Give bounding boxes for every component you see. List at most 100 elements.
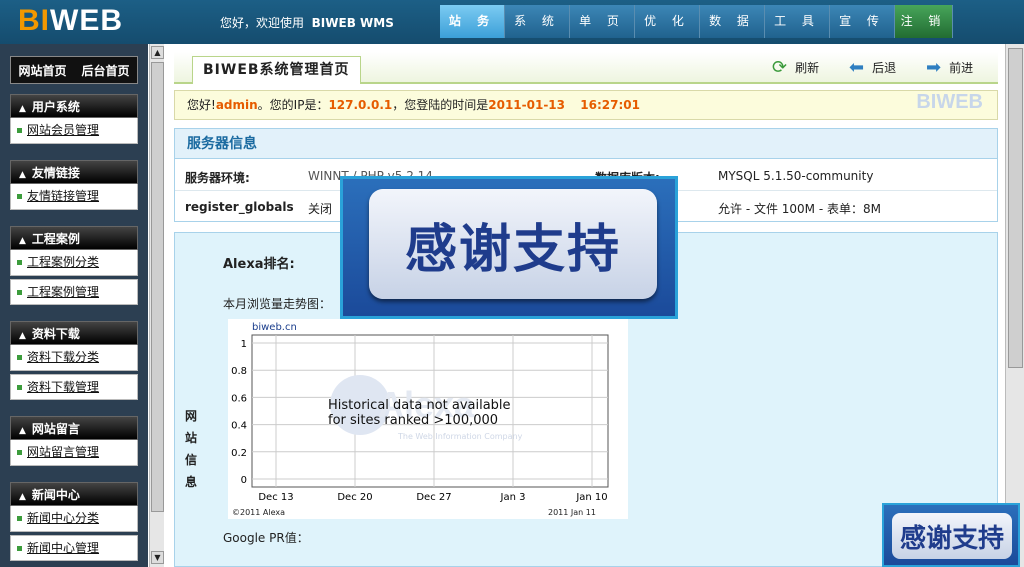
sidebar-item-messages-manage[interactable]: 网站留言管理 (10, 440, 138, 466)
refresh-button[interactable]: ⟳ 刷新 (772, 57, 819, 79)
bullet-icon (17, 450, 22, 455)
chart-footer-left: ©2011 Alexa (232, 508, 285, 517)
nav-tab-optimize[interactable]: 优 化 (635, 5, 700, 38)
triangle-up-icon: ▲ (19, 426, 26, 436)
nav-tab-tools[interactable]: 工 具 (765, 5, 830, 38)
chart-y-tick: 0.6 (231, 393, 247, 404)
chart-y-axis: 1 0.8 0.6 0.4 0.2 0 (231, 339, 247, 486)
chart-watermark-sub: The Web Information Company (397, 432, 523, 441)
page-scrollbar-thumb[interactable] (1008, 48, 1023, 368)
login-info-bar: 您好!admin。您的IP是：127.0.0.1，您登陆的时间是2011-01-… (174, 90, 998, 120)
bullet-icon (17, 290, 22, 295)
thanks-badge[interactable]: 感谢支持 (882, 503, 1020, 567)
thanks-overlay-text: 感谢支持 (369, 189, 657, 299)
chart-x-tick: Jan 3 (500, 492, 526, 503)
chart-y-tick: 0.8 (231, 366, 247, 377)
home-links: 网站首页 后台首页 (10, 56, 138, 84)
alexa-traffic-chart: biweb.cn 10.80.60.40.20 Dec 13 Dec 20 Dec … (228, 319, 628, 519)
sidebar-item-cases-category[interactable]: 工程案例分类 (10, 250, 138, 276)
chart-x-tick: Jan 10 (575, 492, 607, 503)
nav-tab-data[interactable]: 数 据 (700, 5, 765, 38)
menu-head-user-system[interactable]: ▲ 用户系统 (10, 94, 138, 118)
bullet-icon (17, 516, 22, 521)
triangle-up-icon: ▲ (19, 236, 26, 246)
back-button[interactable]: ⬅ 后退 (849, 57, 896, 79)
traffic-trend-label: 本月浏览量走势图： (223, 297, 332, 311)
bullet-icon (17, 546, 22, 551)
arrow-left-icon: ⬅ (849, 57, 865, 78)
triangle-up-icon: ▲ (19, 170, 26, 180)
sidebar: 网站首页 后台首页 ▲ 用户系统 网站会员管理 ▲ 友情链接 友情链接管理 ▲ 工程案… (0, 44, 148, 567)
sidebar-item-cases-manage[interactable]: 工程案例管理 (10, 279, 138, 305)
chart-message-2: for sites ranked >100,000 (328, 413, 498, 428)
menu-user-system: ▲ 用户系统 网站会员管理 (10, 94, 138, 144)
chart-y-tick: 0.2 (231, 448, 247, 459)
google-pr-label: Google PR值： (223, 531, 309, 545)
bullet-icon (17, 128, 22, 133)
chart-y-tick: 1 (241, 339, 247, 350)
site-home-link[interactable]: 网站首页 (18, 62, 66, 79)
login-time: 16:27:01 (580, 98, 640, 112)
globals-value: 关闭 (308, 202, 333, 216)
db-value: MYSQL 5.1.50-community (718, 169, 874, 183)
admin-home-link[interactable]: 后台首页 (81, 62, 129, 79)
menu-news: ▲ 新闻中心 新闻中心分类 新闻中心管理 (10, 482, 138, 561)
welcome-text: 您好，欢迎使用 BIWEB WMS (220, 16, 394, 30)
ip-address: 127.0.0.1 (328, 98, 393, 112)
sidebar-item-downloads-category[interactable]: 资料下载分类 (10, 345, 138, 371)
username: admin (215, 98, 258, 112)
page-scrollbar[interactable] (1005, 44, 1024, 567)
menu-head-cases[interactable]: ▲ 工程案例 (10, 226, 138, 250)
sidebar-item-member-manage[interactable]: 网站会员管理 (10, 118, 138, 144)
thanks-badge-text: 感谢支持 (892, 513, 1012, 559)
triangle-up-icon: ▲ (19, 331, 26, 341)
chart-footer-right: 2011 Jan 11 (548, 508, 596, 517)
menu-cases: ▲ 工程案例 工程案例分类 工程案例管理 (10, 226, 138, 305)
nav-tab-system[interactable]: 系 统 (505, 5, 570, 38)
alexa-rank-label: Alexa排名: (223, 257, 295, 272)
menu-head-links[interactable]: ▲ 友情链接 (10, 160, 138, 184)
sidebar-item-links-manage[interactable]: 友情链接管理 (10, 184, 138, 210)
globals-label: register_globals (185, 200, 294, 214)
sidebar-scrollbar[interactable]: ▲ ▼ (149, 44, 164, 567)
chart-x-tick: Dec 27 (416, 492, 451, 503)
top-nav: 站 务 系 统 单 页 优 化 数 据 工 具 宣 传 注 销 (440, 5, 953, 38)
bullet-icon (17, 385, 22, 390)
sidebar-item-news-category[interactable]: 新闻中心分类 (10, 506, 138, 532)
nav-tab-promote[interactable]: 宣 传 (830, 5, 895, 38)
nav-tab-zhanwu[interactable]: 站 务 (440, 5, 505, 38)
login-date: 2011-01-13 (488, 98, 566, 112)
arrow-right-icon: ➡ (926, 57, 942, 78)
triangle-up-icon: ▲ (19, 104, 26, 114)
biweb-logo[interactable]: BIWEB (18, 4, 123, 38)
menu-head-downloads[interactable]: ▲ 资料下载 (10, 321, 138, 345)
scrollbar-thumb[interactable] (151, 62, 164, 512)
chart-x-axis: Dec 13 Dec 20 Dec 27 Jan 3 Jan 10 (258, 492, 607, 503)
triangle-up-icon: ▲ (19, 492, 26, 502)
nav-tab-logout[interactable]: 注 销 (895, 5, 953, 38)
menu-head-news[interactable]: ▲ 新闻中心 (10, 482, 138, 506)
chart-y-tick: 0.4 (231, 421, 247, 432)
chart-x-tick: Dec 13 (258, 492, 293, 503)
sidebar-item-downloads-manage[interactable]: 资料下载管理 (10, 374, 138, 400)
page-title: BIWEB系统管理首页 (192, 56, 361, 84)
menu-links: ▲ 友情链接 友情链接管理 (10, 160, 138, 210)
refresh-icon: ⟳ (772, 57, 788, 78)
page-toolbar: BIWEB系统管理首页 ⟳ 刷新 ⬅ 后退 ➡ 前进 (174, 52, 998, 84)
thanks-overlay-image: 感谢支持 (340, 176, 678, 319)
chart-title: biweb.cn (252, 322, 297, 333)
menu-head-messages[interactable]: ▲ 网站留言 (10, 416, 138, 440)
forward-button[interactable]: ➡ 前进 (926, 57, 973, 79)
chart-x-tick: Dec 20 (337, 492, 372, 503)
nav-tab-single-page[interactable]: 单 页 (570, 5, 635, 38)
sidebar-item-news-manage[interactable]: 新闻中心管理 (10, 535, 138, 561)
bullet-icon (17, 194, 22, 199)
menu-messages: ▲ 网站留言 网站留言管理 (10, 416, 138, 466)
upload-value: 允许 - 文件 100M - 表单：8M (718, 202, 881, 216)
scroll-down-icon[interactable]: ▼ (151, 551, 164, 564)
scroll-up-icon[interactable]: ▲ (151, 46, 164, 59)
chart-y-tick: 0 (241, 475, 247, 486)
env-label: 服务器环境: (185, 171, 250, 185)
brand-watermark: BIWEB (916, 91, 983, 113)
bullet-icon (17, 260, 22, 265)
